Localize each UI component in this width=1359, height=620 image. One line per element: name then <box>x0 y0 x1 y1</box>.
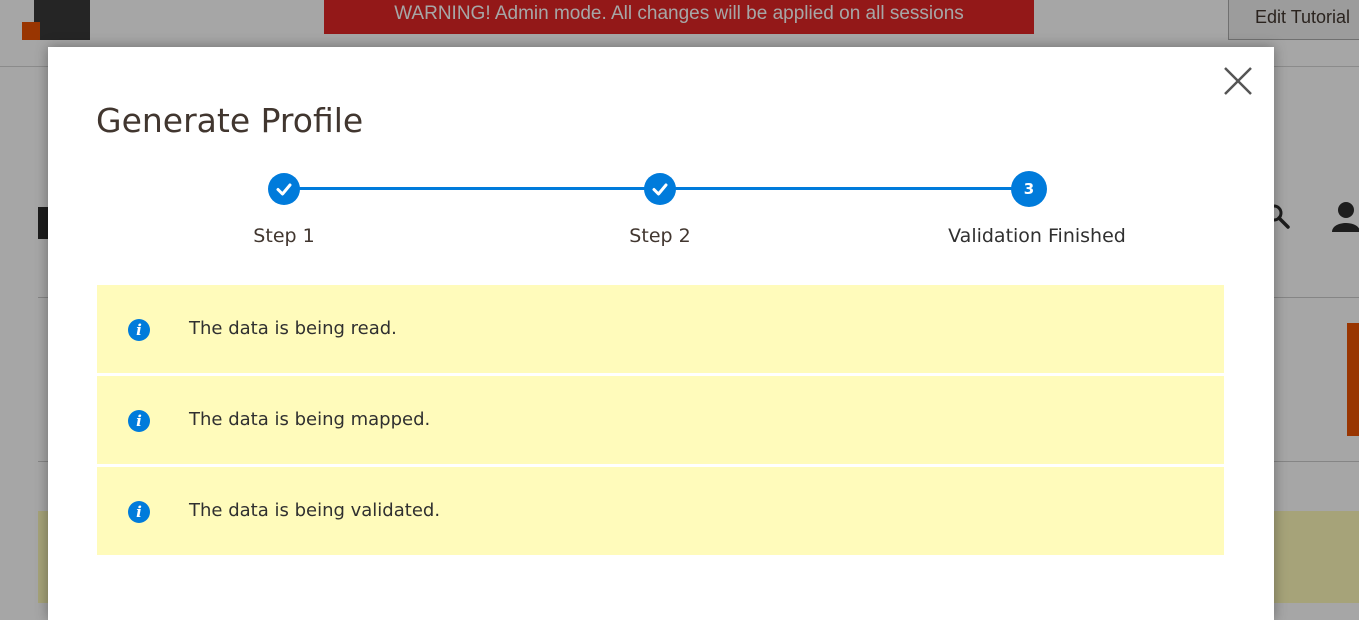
info-icon: i <box>128 410 150 432</box>
info-message: i The data is being mapped. <box>97 376 1224 464</box>
info-icon: i <box>128 319 150 341</box>
step-connector <box>660 187 1036 190</box>
step-3-indicator[interactable]: 3 <box>1011 171 1047 207</box>
message-list: i The data is being read. i The data is … <box>97 285 1224 558</box>
check-icon <box>276 183 292 196</box>
progress-stepper: 3 Step 1 Step 2 Validation Finished <box>48 47 1274 267</box>
message-text: The data is being read. <box>189 318 397 339</box>
message-text: The data is being validated. <box>189 500 441 521</box>
step-1-indicator[interactable] <box>268 173 300 205</box>
info-message: i The data is being validated. <box>97 467 1224 555</box>
step-connector <box>284 187 660 190</box>
step-2-label[interactable]: Step 2 <box>629 225 690 247</box>
step-1-label[interactable]: Step 1 <box>253 225 314 247</box>
message-text: The data is being mapped. <box>189 409 431 430</box>
step-2-indicator[interactable] <box>644 173 676 205</box>
step-number: 3 <box>1023 180 1035 198</box>
info-message: i The data is being read. <box>97 285 1224 373</box>
generate-profile-modal: Generate Profile 3 Step 1 Step 2 Validat… <box>48 47 1274 620</box>
info-icon: i <box>128 501 150 523</box>
check-icon <box>652 183 668 196</box>
step-3-label[interactable]: Validation Finished <box>948 225 1126 247</box>
